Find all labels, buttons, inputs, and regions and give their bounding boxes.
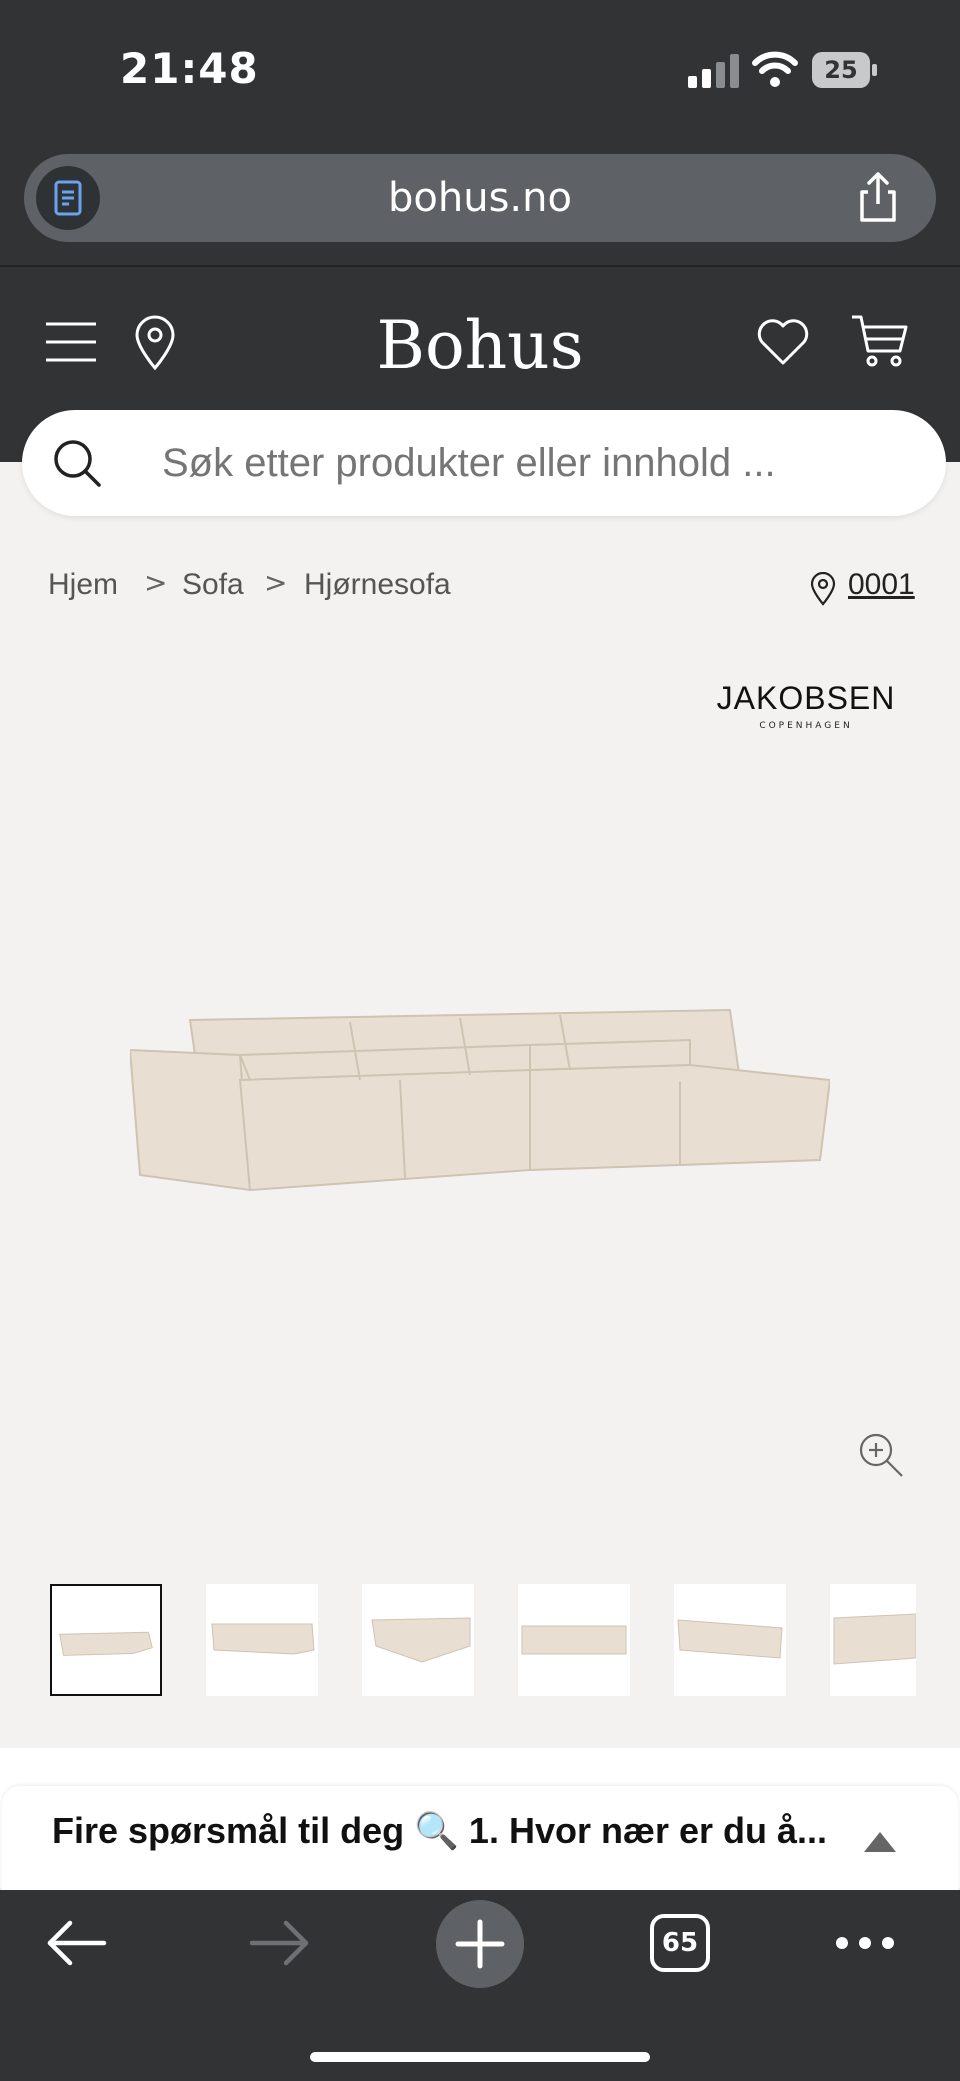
thumbnail-5[interactable] — [674, 1584, 786, 1696]
browser-toolbar: 65 — [0, 1890, 960, 2081]
breadcrumb-home[interactable]: Hjem — [48, 568, 118, 602]
cart-icon[interactable] — [850, 313, 910, 369]
brand-subtitle: COPENHAGEN — [759, 721, 853, 731]
brand-logo[interactable]: JAKOBSEN COPENHAGEN — [700, 680, 912, 731]
forward-arrow-icon[interactable] — [248, 1918, 310, 1968]
battery-level: 25 — [824, 56, 858, 84]
store-pin-icon — [810, 572, 836, 606]
address-bar[interactable]: bohus.no — [24, 154, 936, 242]
thumbnail-2[interactable] — [206, 1584, 318, 1696]
cellular-signal-icon — [688, 54, 739, 88]
chevron-up-icon[interactable] — [862, 1830, 898, 1854]
reader-button[interactable] — [36, 166, 100, 230]
battery-indicator: 25 — [812, 52, 878, 88]
status-time: 21:48 — [120, 44, 259, 93]
thumbnail-image — [677, 1619, 783, 1659]
zoom-in-icon[interactable] — [858, 1432, 904, 1478]
thumbnail-3[interactable] — [362, 1584, 474, 1696]
site-logo[interactable]: Bohus — [0, 307, 960, 384]
wifi-icon — [752, 51, 798, 87]
thumbnail-image — [59, 1631, 153, 1656]
breadcrumb-sofa[interactable]: Sofa — [182, 568, 244, 602]
home-indicator — [310, 2052, 650, 2062]
tabs-button[interactable]: 65 — [650, 1914, 710, 1972]
heart-icon[interactable] — [756, 317, 810, 367]
breadcrumb-separator: > — [264, 566, 288, 599]
thumbnail-image — [521, 1625, 627, 1655]
store-link[interactable]: 0001 — [848, 568, 915, 602]
back-arrow-icon[interactable] — [46, 1918, 108, 1968]
thumbnail-4[interactable] — [518, 1584, 630, 1696]
chat-prompt-text[interactable]: Fire spørsmål til deg 🔍 1. Hvor nær er d… — [52, 1810, 852, 1852]
breadcrumb-current: Hjørnesofa — [304, 568, 451, 601]
search-input[interactable] — [162, 410, 902, 516]
search-bar[interactable] — [22, 410, 946, 516]
thumbnail-1[interactable] — [50, 1584, 162, 1696]
search-icon — [54, 440, 101, 487]
chat-prompt-bar[interactable]: Fire spørsmål til deg 🔍 1. Hvor nær er d… — [2, 1786, 958, 1896]
more-icon[interactable] — [834, 1934, 896, 1952]
plus-icon — [455, 1919, 505, 1969]
thumbnail-image — [371, 1617, 471, 1663]
thumbnail-image — [211, 1623, 315, 1655]
browser-chrome: 21:48 25 bohus.no — [0, 0, 960, 266]
product-image[interactable] — [130, 1000, 830, 1200]
thumbnail-6[interactable] — [830, 1584, 917, 1696]
breadcrumb-separator: > — [144, 566, 168, 599]
thumbnail-image — [833, 1613, 917, 1665]
new-tab-button[interactable] — [436, 1900, 524, 1988]
reader-icon — [54, 180, 82, 216]
brand-name: JAKOBSEN — [716, 680, 896, 716]
url-text[interactable]: bohus.no — [24, 154, 936, 242]
share-icon[interactable] — [850, 170, 906, 226]
